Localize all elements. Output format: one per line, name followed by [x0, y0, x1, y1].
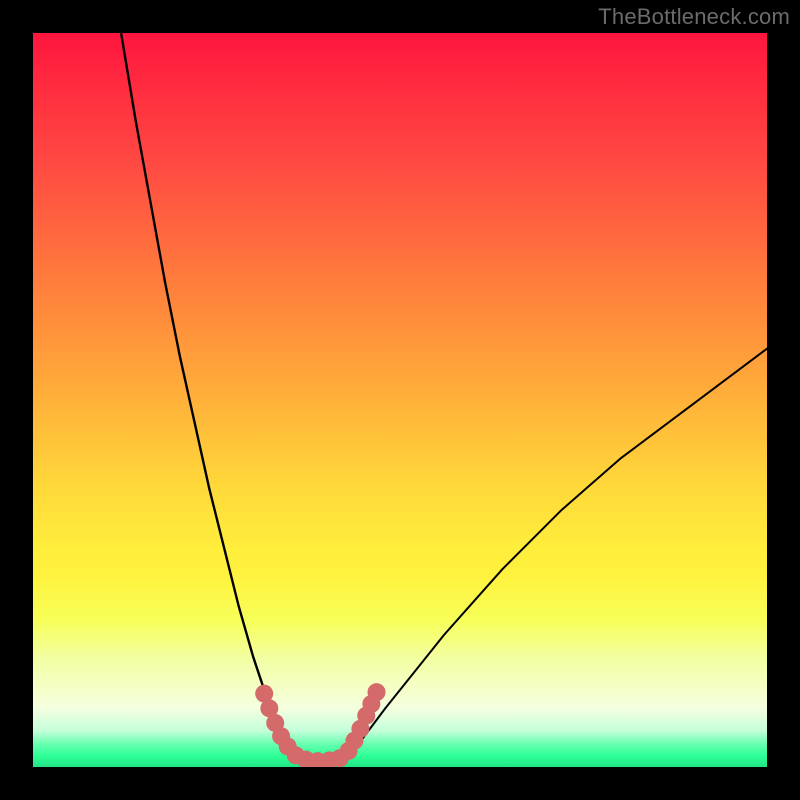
series-group: [121, 33, 767, 762]
chart-svg: [33, 33, 767, 767]
plot-area: [33, 33, 767, 767]
marker-point: [368, 683, 386, 701]
watermark-text: TheBottleneck.com: [598, 4, 790, 30]
marker-group: [255, 683, 385, 767]
chart-frame: TheBottleneck.com: [0, 0, 800, 800]
series-right-curve: [349, 349, 767, 756]
series-left-curve: [121, 33, 304, 760]
